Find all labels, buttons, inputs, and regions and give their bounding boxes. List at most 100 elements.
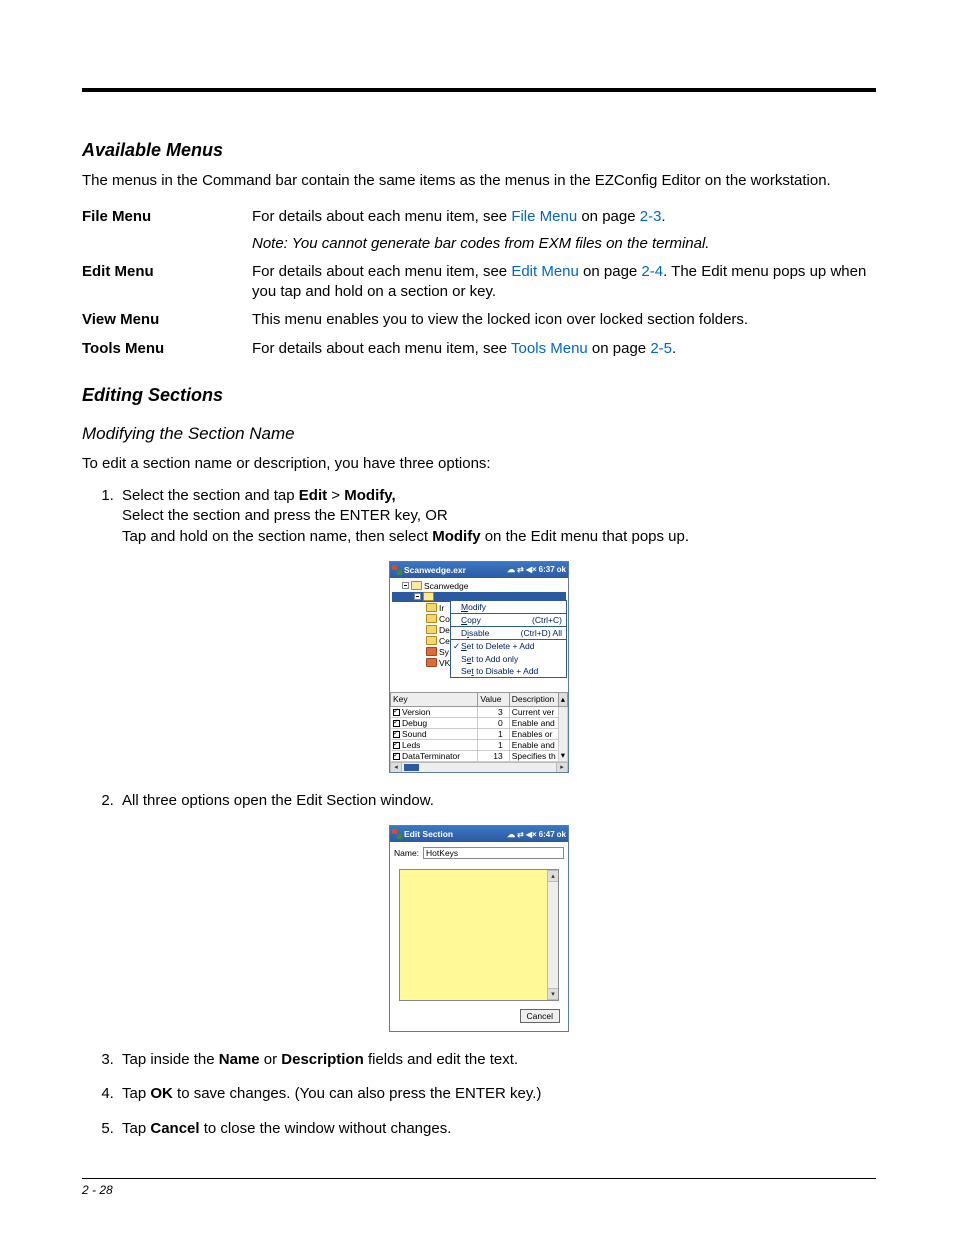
signal-icon: ☁ [507, 830, 515, 839]
view-menu-desc: This menu enables you to view the locked… [252, 306, 876, 334]
vertical-scrollbar[interactable]: ▴ ▾ [547, 870, 558, 1000]
clock-1: 6:37 [539, 565, 555, 574]
th-key[interactable]: Key [391, 692, 478, 706]
description-textarea[interactable]: ▴ ▾ [399, 869, 559, 1001]
intro-paragraph: The menus in the Command bar contain the… [82, 171, 876, 191]
heading-editing-sections: Editing Sections [82, 385, 876, 406]
app-icon [392, 829, 402, 839]
scroll-thumb[interactable] [404, 764, 419, 771]
checkbox-icon[interactable] [393, 742, 400, 749]
file-menu-page-link[interactable]: 2-3 [640, 208, 662, 225]
step-2: All three options open the Edit Section … [118, 791, 876, 811]
modifying-intro: To edit a section name or description, y… [82, 454, 876, 474]
cancel-button[interactable]: Cancel [520, 1009, 560, 1023]
view-menu-label: View Menu [82, 306, 252, 334]
table-row[interactable]: Debug0Enable and [391, 717, 568, 728]
key-table[interactable]: Key Value Description ▴ Version3Current … [390, 692, 568, 762]
screenshot-edit-section: Edit Section ☁ ⇄ ◀× 6:47 ok Name: ▴ [389, 825, 569, 1032]
menu-item-set-disable-add[interactable]: Set to Disable + Add [451, 665, 566, 677]
title-text-2: Edit Section [404, 829, 507, 839]
title-text-1: Scanwedge.exr [404, 565, 507, 575]
tree-item[interactable]: Ir [439, 603, 444, 613]
collapse-icon[interactable] [414, 593, 421, 600]
tools-menu-link[interactable]: Tools Menu [511, 340, 588, 357]
table-row[interactable]: DataTerminator13Specifies th [391, 750, 568, 761]
top-rule [82, 88, 876, 92]
signal-icon: ☁ [507, 565, 515, 574]
file-menu-label: File Menu [82, 203, 252, 258]
heading-modifying-name: Modifying the Section Name [82, 424, 876, 444]
checkbox-icon[interactable] [393, 731, 400, 738]
checkbox-icon[interactable] [393, 709, 400, 716]
table-row[interactable]: Sound1Enables or [391, 728, 568, 739]
tools-menu-label: Tools Menu [82, 335, 252, 363]
edit-menu-desc: For details about each menu item, see Ed… [252, 258, 876, 307]
scroll-up-icon[interactable]: ▴ [548, 870, 558, 882]
steps-list: Select the section and tap Edit > Modify… [82, 486, 876, 547]
step-3: Tap inside the Name or Description field… [118, 1050, 876, 1070]
tree-item[interactable]: VK [439, 658, 450, 668]
tools-menu-page-link[interactable]: 2-5 [650, 340, 672, 357]
titlebar-1: Scanwedge.exr ☁ ⇄ ◀× 6:37 ok [390, 562, 568, 578]
horizontal-scrollbar[interactable]: ◂ ▸ [390, 762, 568, 772]
menus-table: File Menu For details about each menu it… [82, 203, 876, 363]
folder-icon [426, 625, 437, 634]
sync-icon: ⇄ [517, 830, 524, 839]
step-4: Tap OK to save changes. (You can also pr… [118, 1084, 876, 1104]
scroll-up-icon[interactable]: ▴ [558, 692, 567, 706]
clock-2: 6:47 [539, 830, 555, 839]
file-menu-desc: For details about each menu item, see Fi… [252, 203, 876, 258]
folder-icon [426, 614, 437, 623]
folder-icon [426, 636, 437, 645]
menu-item-set-delete-add[interactable]: ✓ Set to Delete + Add [451, 640, 566, 653]
scroll-down-icon[interactable]: ▾ [558, 706, 567, 761]
file-menu-note: Note: You cannot generate bar codes from… [252, 234, 876, 254]
app-icon [392, 565, 402, 575]
locked-folder-icon [426, 647, 437, 656]
tree-item[interactable]: Ce [439, 636, 450, 646]
menu-item-copy[interactable]: Copy (Ctrl+C) [451, 614, 566, 627]
file-menu-link[interactable]: File Menu [511, 208, 577, 225]
step-1: Select the section and tap Edit > Modify… [118, 486, 876, 547]
scroll-left-icon[interactable]: ◂ [390, 763, 402, 772]
step-5: Tap Cancel to close the window without c… [118, 1119, 876, 1139]
folder-icon [426, 603, 437, 612]
checkbox-icon[interactable] [393, 753, 400, 760]
edit-menu-label: Edit Menu [82, 258, 252, 307]
locked-folder-icon [426, 658, 437, 667]
menu-item-modify[interactable]: Modify [451, 601, 566, 614]
folder-icon [423, 592, 434, 601]
th-value[interactable]: Value [478, 692, 509, 706]
steps-list-cont2: Tap inside the Name or Description field… [82, 1050, 876, 1139]
th-description[interactable]: Description [509, 692, 558, 706]
folder-icon [411, 581, 422, 590]
heading-available-menus: Available Menus [82, 140, 876, 161]
tree-item[interactable]: Sy [439, 647, 449, 657]
ok-button-2[interactable]: ok [557, 830, 566, 839]
scroll-down-icon[interactable]: ▾ [548, 988, 558, 1000]
name-label: Name: [394, 848, 419, 858]
menu-item-set-add-only[interactable]: Set to Add only [451, 653, 566, 665]
table-row[interactable]: Version3Current ver▾ [391, 706, 568, 717]
titlebar-2: Edit Section ☁ ⇄ ◀× 6:47 ok [390, 826, 568, 842]
name-input[interactable] [423, 847, 564, 859]
screenshot-scanwedge: Scanwedge.exr ☁ ⇄ ◀× 6:37 ok Scanwedge [389, 561, 569, 773]
sync-icon: ⇄ [517, 565, 524, 574]
collapse-icon[interactable] [402, 582, 409, 589]
tree-view[interactable]: Scanwedge Ir Co De Ce Sy VK Modify [390, 578, 568, 689]
volume-icon: ◀× [526, 830, 537, 839]
tree-root[interactable]: Scanwedge [424, 581, 468, 591]
ok-button-1[interactable]: ok [557, 565, 566, 574]
tree-item[interactable]: Co [439, 614, 450, 624]
table-row[interactable]: Leds1Enable and [391, 739, 568, 750]
tree-item[interactable]: De [439, 625, 450, 635]
menu-item-disable[interactable]: Disable (Ctrl+D) All [451, 627, 566, 640]
checkbox-icon[interactable] [393, 720, 400, 727]
volume-icon: ◀× [526, 565, 537, 574]
context-menu[interactable]: Modify Copy (Ctrl+C) Disable (Ctrl+D) Al… [450, 600, 567, 678]
edit-menu-page-link[interactable]: 2-4 [641, 263, 663, 280]
page-footer: 2 - 28 [82, 1178, 876, 1197]
edit-menu-link[interactable]: Edit Menu [511, 263, 579, 280]
tools-menu-desc: For details about each menu item, see To… [252, 335, 876, 363]
scroll-right-icon[interactable]: ▸ [556, 763, 568, 772]
